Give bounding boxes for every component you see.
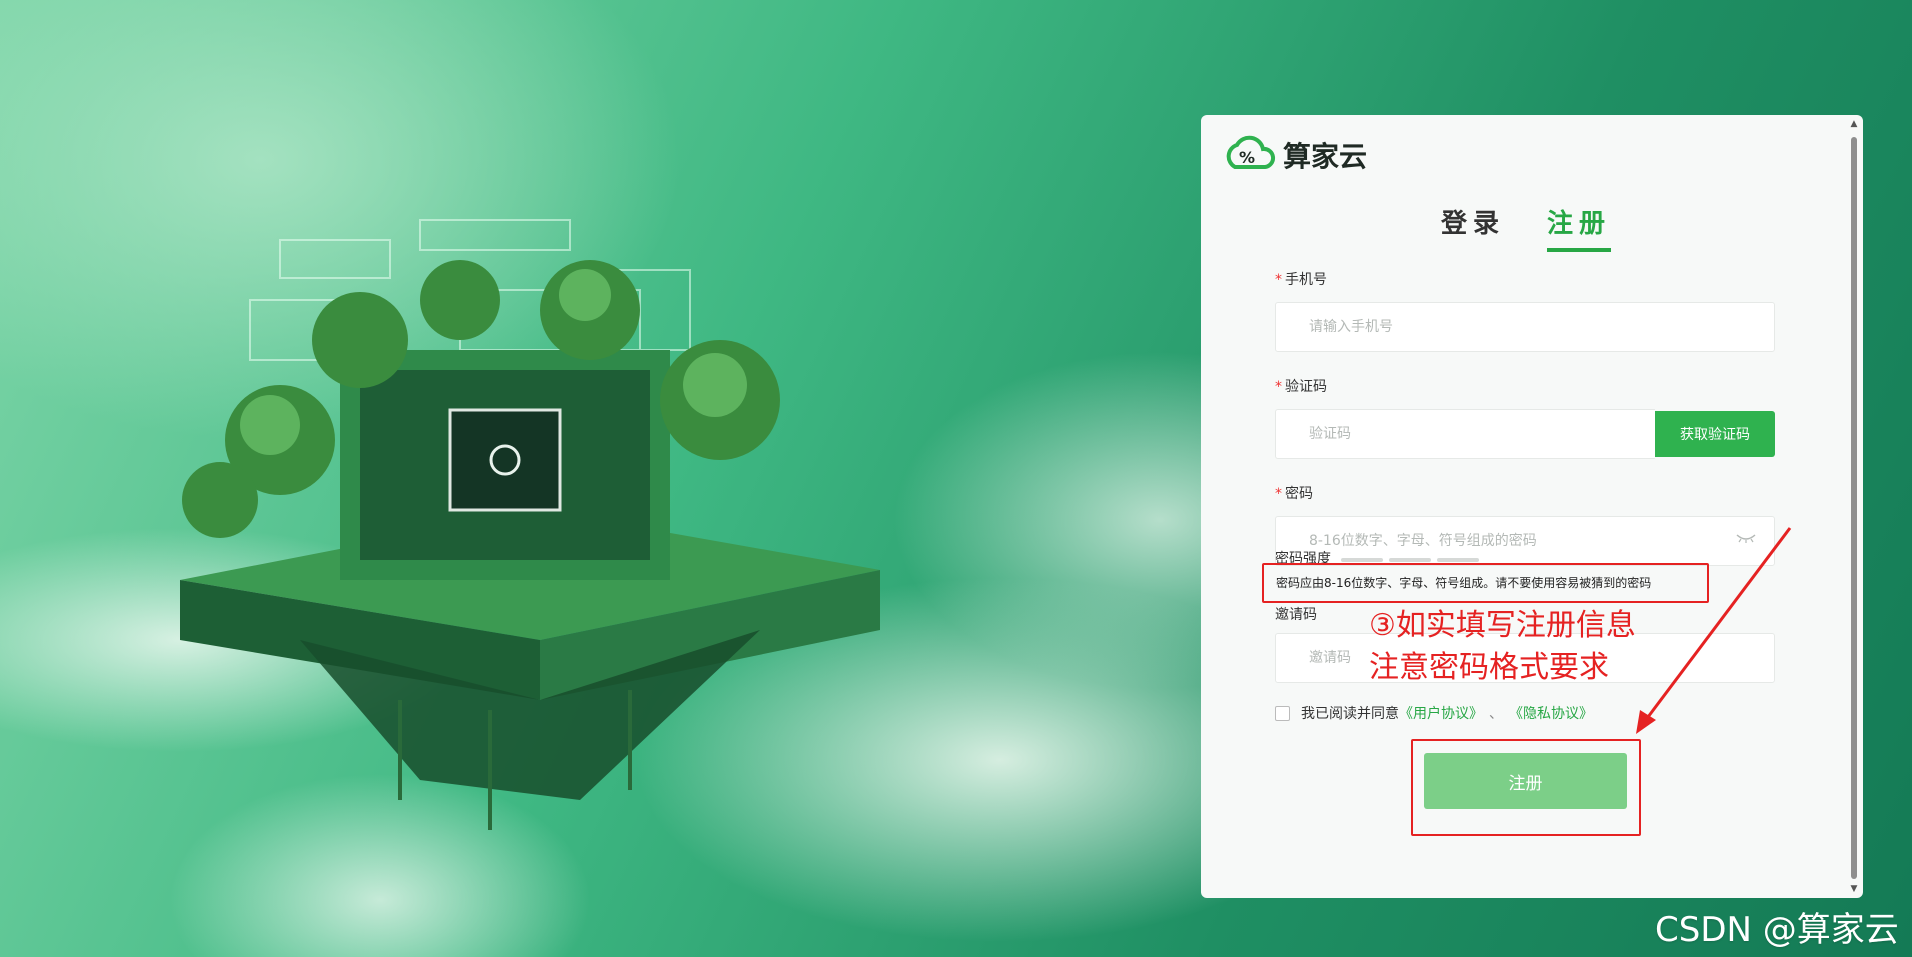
scroll-down-icon[interactable]: ▼ xyxy=(1849,884,1859,894)
tab-login[interactable]: 登录 xyxy=(1441,203,1505,252)
code-field: *验证码 获取验证码 xyxy=(1275,377,1775,459)
phone-label: * 手机号 xyxy=(1275,270,1775,290)
register-button[interactable]: 注册 xyxy=(1424,753,1627,809)
agree-separator: 、 xyxy=(1489,706,1503,722)
strength-bar xyxy=(1437,558,1479,562)
phone-field: * 手机号 xyxy=(1275,270,1775,352)
csdn-watermark: CSDN @算家云 xyxy=(1655,910,1899,950)
floating-island-illustration xyxy=(180,219,880,830)
strength-bar xyxy=(1389,558,1431,562)
register-card: % 算家云 登录 注册 *手机号 *验证码 获取验证码 *密码 xyxy=(1201,115,1863,898)
required-marker: * xyxy=(1275,272,1282,288)
tutorial-annotation: ③如实填写注册信息 注意密码格式要求 xyxy=(1369,605,1636,689)
code-row: 获取验证码 xyxy=(1275,409,1775,459)
svg-text:%: % xyxy=(1239,148,1255,167)
strength-bar xyxy=(1341,558,1383,562)
code-label: * 验证码 xyxy=(1275,377,1775,397)
card-scrollbar[interactable]: ▲ ▼ xyxy=(1849,119,1859,894)
get-code-button[interactable]: 获取验证码 xyxy=(1655,411,1775,457)
annotation-line-2: 注意密码格式要求 xyxy=(1369,650,1609,685)
agree-text: 我已阅读并同意 xyxy=(1301,706,1399,722)
phone-label-text: 手机号 xyxy=(1285,272,1327,288)
cloud-logo-icon: % xyxy=(1226,135,1275,169)
brand-name: 算家云 xyxy=(1283,140,1368,173)
annotation-line-1: ③如实填写注册信息 xyxy=(1369,608,1636,643)
annotation-arrow-icon xyxy=(1636,527,1792,734)
phone-input[interactable] xyxy=(1275,302,1775,352)
auth-tabs: 登录 注册 xyxy=(1441,203,1612,252)
password-label: * 密码 xyxy=(1275,484,1775,504)
tab-register[interactable]: 注册 xyxy=(1547,203,1612,252)
scroll-thumb[interactable] xyxy=(1851,137,1857,879)
password-label-text: 密码 xyxy=(1285,486,1313,502)
code-input[interactable] xyxy=(1275,409,1655,459)
privacy-link[interactable]: 《隐私协议》 xyxy=(1509,703,1593,723)
agree-checkbox[interactable] xyxy=(1275,705,1290,721)
scroll-up-icon[interactable]: ▲ xyxy=(1849,119,1859,129)
strength-meter xyxy=(1341,558,1479,562)
code-label-text: 验证码 xyxy=(1285,379,1327,395)
brand-logo: % 算家云 xyxy=(1221,133,1367,177)
required-marker: * xyxy=(1275,379,1282,395)
terms-link[interactable]: 《用户协议》 xyxy=(1399,703,1483,723)
agreement-row: 我已阅读并同意 《用户协议》 、 《隐私协议》 xyxy=(1275,703,1593,723)
required-marker: * xyxy=(1275,486,1282,502)
